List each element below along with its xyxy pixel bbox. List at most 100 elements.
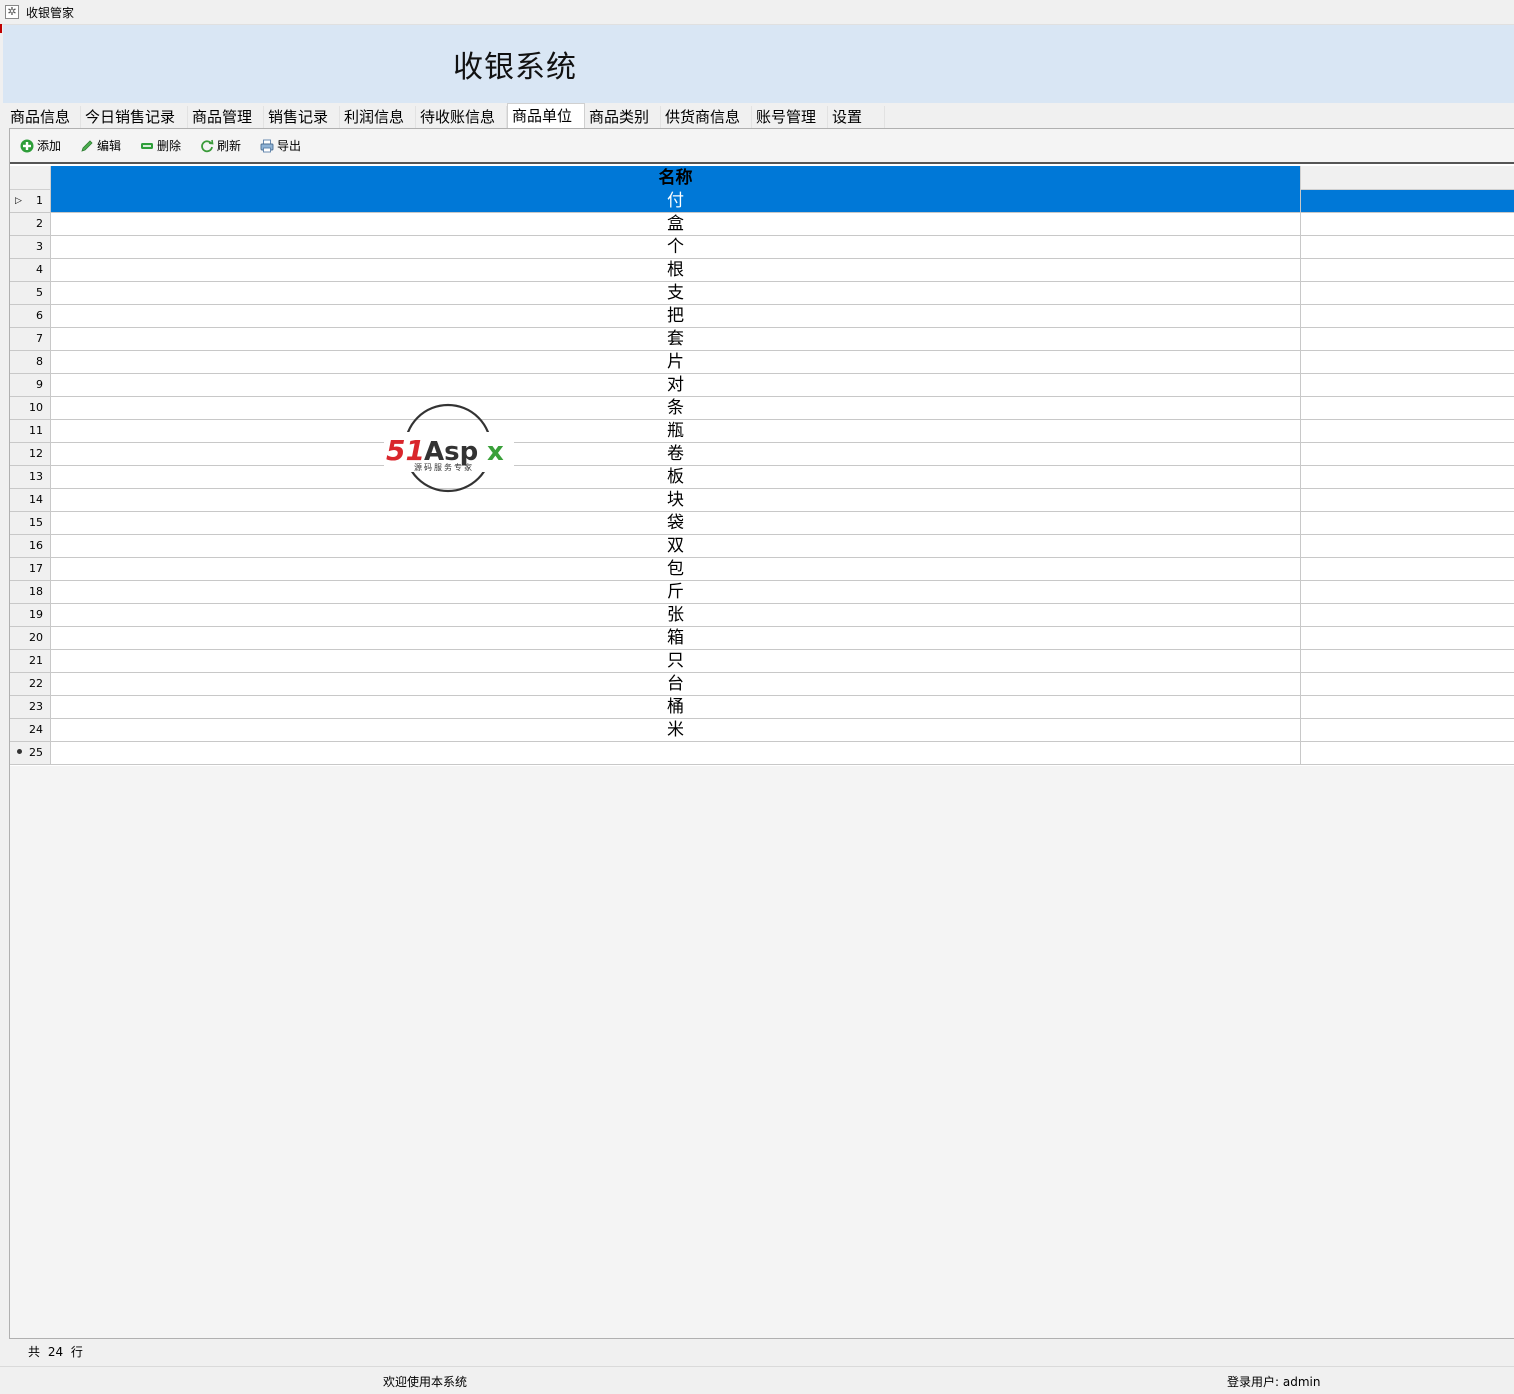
tab-profit-info[interactable]: 利润信息 [340,106,416,128]
unit-name-cell[interactable]: 块 [51,489,1301,512]
table-row[interactable]: 15 袋 [10,512,1514,535]
edit-button[interactable]: 编辑 [80,136,121,156]
table-row[interactable]: 7套 [10,328,1514,351]
unit-name-cell[interactable]: 台 [51,673,1301,696]
unit-name-cell[interactable]: 卷 [51,443,1301,466]
unit-name-cell[interactable]: 套 [51,328,1301,351]
table-row[interactable]: 18 斤 [10,581,1514,604]
table-row[interactable]: 22 台 [10,673,1514,696]
row-number[interactable]: 21 [10,650,51,673]
table-row[interactable]: 8片 [10,351,1514,374]
delete-button[interactable]: 删除 [140,136,181,156]
toolbar: 添加 编辑 删除 刷新 导出 [10,132,1514,160]
tab-goods-info[interactable]: 商品信息 [6,106,81,128]
column-header-name[interactable]: 名称 [51,166,1301,190]
row-number[interactable]: 18 [10,581,51,604]
refresh-button[interactable]: 刷新 [200,136,241,156]
unit-name-cell[interactable]: 米 [51,719,1301,742]
tab-supplier-info[interactable]: 供货商信息 [661,106,752,128]
unit-name-cell[interactable]: 付 [51,190,1301,213]
row-number[interactable]: 2 [10,213,51,236]
unit-name-cell[interactable]: 袋 [51,512,1301,535]
table-row[interactable]: 9对 [10,374,1514,397]
unit-name-cell[interactable]: 桶 [51,696,1301,719]
table-row[interactable]: 17 包 [10,558,1514,581]
row-number[interactable]: 25 [10,742,51,765]
table-row[interactable]: 13 板 [10,466,1514,489]
unit-name-cell[interactable]: 张 [51,604,1301,627]
row-number[interactable]: 1 ▷ [10,190,51,213]
row-number[interactable]: 9 [10,374,51,397]
tab-sales-records[interactable]: 销售记录 [264,106,340,128]
table-row[interactable]: 2盒 [10,213,1514,236]
tab-goods-units[interactable]: 商品单位 [507,103,585,129]
row-filler [1301,420,1514,443]
row-number[interactable]: 11 [10,420,51,443]
row-number[interactable]: 15 [10,512,51,535]
row-number[interactable]: 17 [10,558,51,581]
row-number[interactable]: 13 [10,466,51,489]
row-number[interactable]: 22 [10,673,51,696]
row-number[interactable]: 7 [10,328,51,351]
unit-name-cell[interactable]: 瓶 [51,420,1301,443]
unit-name-cell[interactable]: 对 [51,374,1301,397]
svg-text:x: x [487,437,504,467]
add-button[interactable]: 添加 [20,136,61,156]
row-filler [1301,742,1514,765]
tab-settings[interactable]: 设置 [828,106,885,128]
unit-name-cell[interactable]: 条 [51,397,1301,420]
unit-name-cell[interactable]: 包 [51,558,1301,581]
new-row[interactable]: 25 [10,742,1514,765]
unit-name-cell[interactable]: 个 [51,236,1301,259]
row-number[interactable]: 12 [10,443,51,466]
tab-goods-category[interactable]: 商品类别 [585,106,661,128]
table-row[interactable]: 5支 [10,282,1514,305]
table-row[interactable]: 14 块 [10,489,1514,512]
table-row[interactable]: 16 双 [10,535,1514,558]
tab-account-management[interactable]: 账号管理 [752,106,828,128]
row-number[interactable]: 16 [10,535,51,558]
export-button[interactable]: 导出 [260,136,301,156]
current-row-arrow-icon: ▷ [15,196,22,206]
row-number[interactable]: 6 [10,305,51,328]
unit-name-cell[interactable] [51,742,1301,765]
row-number[interactable]: 3 [10,236,51,259]
unit-name-cell[interactable]: 根 [51,259,1301,282]
unit-name-cell[interactable]: 双 [51,535,1301,558]
table-row[interactable]: 23 桶 [10,696,1514,719]
row-number[interactable]: 24 [10,719,51,742]
tab-receivables[interactable]: 待收账信息 [416,106,507,128]
table-row[interactable]: 11 瓶 [10,420,1514,443]
table-row[interactable]: 20 箱 [10,627,1514,650]
table-row[interactable]: 4根 [10,259,1514,282]
unit-name-cell[interactable]: 片 [51,351,1301,374]
row-filler [1301,282,1514,305]
table-row[interactable]: 12 卷 [10,443,1514,466]
table-row[interactable]: 1 ▷ 付 [10,190,1514,213]
row-number[interactable]: 14 [10,489,51,512]
unit-name-cell[interactable]: 盒 [51,213,1301,236]
grid-header-corner[interactable] [10,166,51,190]
row-number[interactable]: 23 [10,696,51,719]
row-number[interactable]: 10 [10,397,51,420]
row-number[interactable]: 5 [10,282,51,305]
svg-text:源码服务专家: 源码服务专家 [414,462,474,472]
table-row[interactable]: 3个 [10,236,1514,259]
table-row[interactable]: 6把 [10,305,1514,328]
tab-today-sales[interactable]: 今日销售记录 [81,106,188,128]
table-row[interactable]: 21 只 [10,650,1514,673]
table-row[interactable]: 24 米 [10,719,1514,742]
row-number[interactable]: 19 [10,604,51,627]
tab-goods-management[interactable]: 商品管理 [188,106,264,128]
unit-name-cell[interactable]: 支 [51,282,1301,305]
table-row[interactable]: 10 条 [10,397,1514,420]
unit-name-cell[interactable]: 把 [51,305,1301,328]
row-number[interactable]: 8 [10,351,51,374]
row-number[interactable]: 20 [10,627,51,650]
unit-name-cell[interactable]: 斤 [51,581,1301,604]
unit-name-cell[interactable]: 只 [51,650,1301,673]
unit-name-cell[interactable]: 板 [51,466,1301,489]
unit-name-cell[interactable]: 箱 [51,627,1301,650]
row-number[interactable]: 4 [10,259,51,282]
table-row[interactable]: 19 张 [10,604,1514,627]
